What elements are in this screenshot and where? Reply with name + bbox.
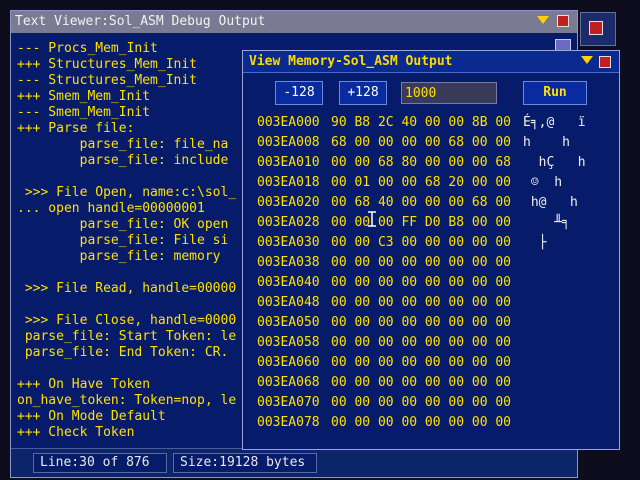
text-line: --- Smem_Mem_Init xyxy=(17,105,151,120)
status-bar: Line:30 of 876 Size:19128 bytes xyxy=(11,448,577,477)
plus-128-button[interactable]: +128 xyxy=(339,81,387,105)
memory-ascii: ╨╕ xyxy=(523,215,570,230)
text-line: parse_file: memory xyxy=(17,249,229,264)
text-line: parse_file: file_na xyxy=(17,137,229,152)
close-icon[interactable] xyxy=(599,56,611,68)
text-line: --- Structures_Mem_Init xyxy=(17,73,198,88)
menu-arrow-icon[interactable] xyxy=(537,16,549,24)
memory-view-window: View Memory-Sol_ASM Output -128 +128 Run… xyxy=(242,50,620,450)
memory-address: 003EA020 xyxy=(257,195,320,210)
memory-ascii: h@ h xyxy=(523,195,578,210)
memory-hex: 00 00 00 00 00 00 00 00 xyxy=(331,275,512,290)
memory-address: 003EA058 xyxy=(257,335,320,350)
memory-hex: 00 00 00 00 00 00 00 00 xyxy=(331,295,512,310)
memory-hex: 00 00 68 80 00 00 00 68 xyxy=(331,155,512,170)
memory-address: 003EA060 xyxy=(257,355,320,370)
memory-address: 003EA038 xyxy=(257,255,320,270)
memory-ascii: É╕,@ ï xyxy=(523,115,586,130)
memory-ascii: hÇ h xyxy=(523,155,586,170)
memory-hex: 00 00 00 00 00 00 00 00 xyxy=(331,355,512,370)
memory-ascii: ├ xyxy=(523,235,547,250)
memory-hex: 00 00 00 00 00 00 00 00 xyxy=(331,335,512,350)
run-button[interactable]: Run xyxy=(523,81,587,105)
text-line: +++ Structures_Mem_Init xyxy=(17,57,198,72)
text-line: --- Procs_Mem_Init xyxy=(17,41,158,56)
text-line: +++ On Have Token xyxy=(17,377,151,392)
memory-hex: 90 B8 2C 40 00 00 8B 00 xyxy=(331,115,512,130)
memory-hex: 00 00 00 00 00 00 00 00 xyxy=(331,375,512,390)
text-line: parse_file: End Token: CR. xyxy=(17,345,229,360)
memory-hex: 00 68 40 00 00 00 68 00 xyxy=(331,195,512,210)
memory-address: 003EA050 xyxy=(257,315,320,330)
address-input[interactable] xyxy=(401,82,497,104)
minus-128-button[interactable]: -128 xyxy=(275,81,323,105)
memory-address: 003EA018 xyxy=(257,175,320,190)
status-file-size: Size:19128 bytes xyxy=(173,453,317,473)
memory-hex: 00 00 00 FF D0 B8 00 00 xyxy=(331,215,512,230)
text-line: >>> File Read, handle=00000 xyxy=(17,281,237,296)
text-line: +++ Smem_Mem_Init xyxy=(17,89,151,104)
close-icon[interactable] xyxy=(589,21,603,35)
memory-hex: 68 00 00 00 00 68 00 00 xyxy=(331,135,512,150)
close-icon[interactable] xyxy=(557,15,569,27)
text-line: parse_file: Start Token: le xyxy=(17,329,237,344)
memory-address: 003EA048 xyxy=(257,295,320,310)
text-line: >>> File Open, name:c:\sol_ xyxy=(17,185,237,200)
background-window[interactable] xyxy=(580,12,616,46)
memory-ascii: ☺ h xyxy=(523,175,563,190)
memory-hex: 00 00 00 00 00 00 00 00 xyxy=(331,315,512,330)
memory-address: 003EA010 xyxy=(257,155,320,170)
mouse-cursor-icon xyxy=(368,211,376,227)
text-viewer-titlebar[interactable]: Text Viewer:Sol_ASM Debug Output xyxy=(11,11,577,33)
memory-address: 003EA040 xyxy=(257,275,320,290)
menu-arrow-icon[interactable] xyxy=(581,56,593,64)
status-line-count: Line:30 of 876 xyxy=(33,453,167,473)
memory-address: 003EA008 xyxy=(257,135,320,150)
text-line: parse_file: include xyxy=(17,153,229,168)
text-line: ... open handle=00000001 xyxy=(17,201,205,216)
text-line: on_have_token: Token=nop, le xyxy=(17,393,237,408)
text-line: +++ Parse file: xyxy=(17,121,135,136)
text-line: +++ Check Token xyxy=(17,425,135,440)
memory-hex: 00 00 00 00 00 00 00 00 xyxy=(331,395,512,410)
memory-view-titlebar[interactable]: View Memory-Sol_ASM Output xyxy=(243,51,619,73)
memory-ascii: h h xyxy=(523,135,570,150)
memory-hex: 00 00 00 00 00 00 00 00 xyxy=(331,415,512,430)
memory-address: 003EA078 xyxy=(257,415,320,430)
memory-address: 003EA000 xyxy=(257,115,320,130)
text-line: parse_file: File si xyxy=(17,233,229,248)
memory-address: 003EA028 xyxy=(257,215,320,230)
memory-hex: 00 00 00 00 00 00 00 00 xyxy=(331,255,512,270)
text-line: >>> File Close, handle=0000 xyxy=(17,313,237,328)
text-viewer-title: Text Viewer:Sol_ASM Debug Output xyxy=(15,14,266,29)
memory-address: 003EA070 xyxy=(257,395,320,410)
memory-hex: 00 01 00 00 68 20 00 00 xyxy=(331,175,512,190)
text-line: parse_file: OK open xyxy=(17,217,229,232)
memory-address: 003EA068 xyxy=(257,375,320,390)
memory-view-title: View Memory-Sol_ASM Output xyxy=(249,54,453,69)
memory-hex: 00 00 C3 00 00 00 00 00 xyxy=(331,235,512,250)
memory-address: 003EA030 xyxy=(257,235,320,250)
text-line: +++ On Mode Default xyxy=(17,409,166,424)
